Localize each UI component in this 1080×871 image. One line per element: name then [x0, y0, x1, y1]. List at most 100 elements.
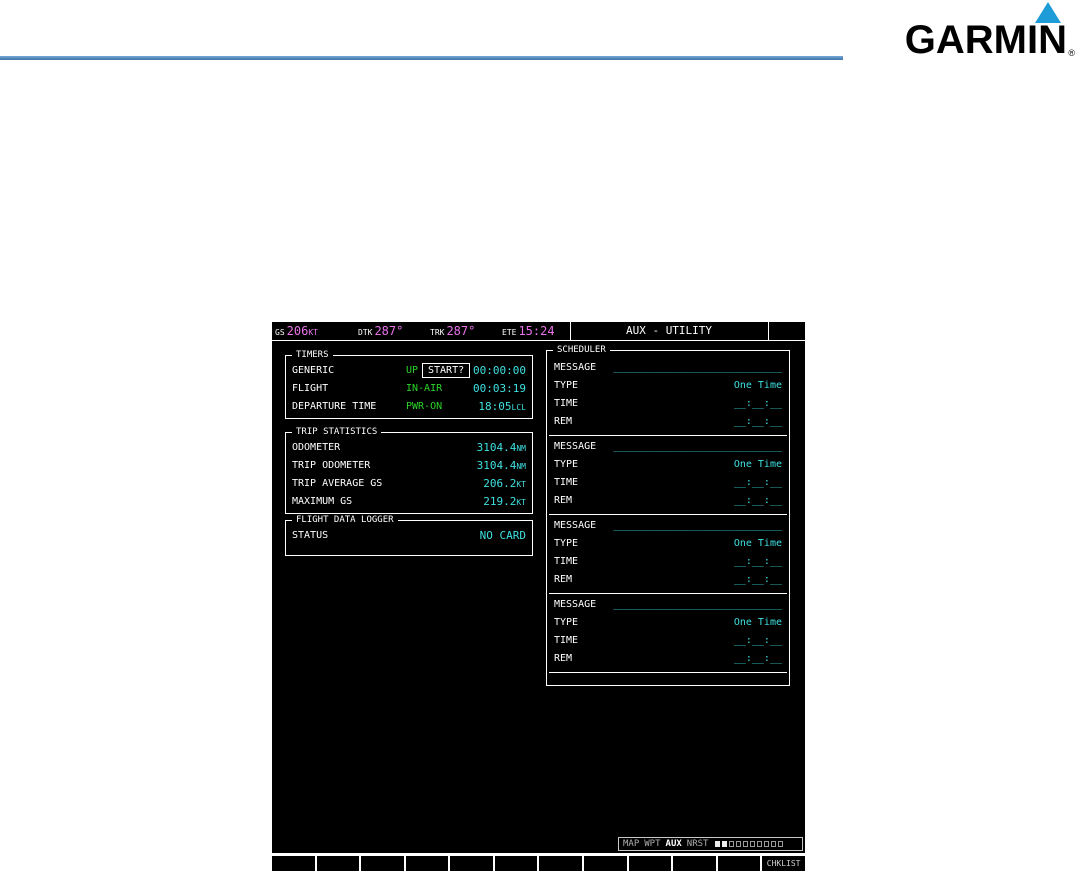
trip-odometer-row: TRIP ODOMETER 3104.4NM	[286, 457, 532, 475]
scheduler-type-row: TYPE One Time	[549, 377, 787, 395]
generic-timer-direction: UP	[406, 365, 419, 376]
page-box	[750, 841, 756, 847]
trip-statistics-title: TRIP STATISTICS	[292, 427, 382, 438]
scheduler-message-label: MESSAGE	[554, 441, 597, 452]
dtk-value: 287°	[374, 324, 404, 338]
nav-divider	[768, 322, 769, 340]
scheduler-time-field[interactable]: __:__:__	[734, 474, 782, 492]
page-group-map[interactable]: MAP	[623, 839, 639, 849]
scheduler-rem-field[interactable]: __:__:__	[734, 650, 782, 668]
scheduler-message-row: MESSAGE ____________________________	[549, 438, 787, 456]
softkey-11[interactable]	[717, 856, 761, 871]
dtk-label: DTK	[358, 328, 373, 337]
scheduler-type-label: TYPE	[554, 538, 579, 549]
ete-value: 15:24	[518, 324, 555, 338]
scheduler-time-row: TIME __:__:__	[549, 553, 787, 571]
odometer-row: ODOMETER 3104.4NM	[286, 439, 532, 457]
scheduler-message-field[interactable]: ____________________________	[613, 596, 782, 614]
scheduler-type-row: TYPE One Time	[549, 614, 787, 632]
scheduler-message-label: MESSAGE	[554, 599, 597, 610]
softkey-8[interactable]	[584, 856, 627, 871]
scheduler-message-field[interactable]: ____________________________	[613, 359, 782, 377]
scheduler-time-field[interactable]: __:__:__	[734, 632, 782, 650]
softkey-10[interactable]	[673, 856, 716, 871]
header-rule	[0, 56, 843, 60]
trip-average-gs-row: TRIP AVERAGE GS 206.2KT	[286, 475, 532, 493]
softkey-5[interactable]	[450, 856, 493, 871]
scheduler-rem-row: REM __:__:__	[549, 492, 787, 510]
scheduler-message-label: MESSAGE	[554, 520, 597, 531]
scheduler-rem-field[interactable]: __:__:__	[734, 413, 782, 431]
softkey-9[interactable]	[628, 856, 672, 871]
scheduler-rem-row: REM __:__:__	[549, 413, 787, 431]
page-box	[778, 841, 784, 847]
softkey-7[interactable]	[539, 856, 583, 871]
scheduler-entry-2: MESSAGE ____________________________ TYPE…	[549, 436, 787, 515]
gs-value: 206KT	[286, 324, 318, 338]
scheduler-message-field[interactable]: ____________________________	[613, 438, 782, 456]
scheduler-type-field[interactable]: One Time	[734, 535, 782, 553]
scheduler-time-row: TIME __:__:__	[549, 395, 787, 413]
scheduler-rem-label: REM	[554, 574, 573, 585]
softkey-bar: CHKLIST	[272, 856, 805, 871]
scheduler-message-field[interactable]: ____________________________	[613, 517, 782, 535]
generic-timer-row: GENERIC UP START? 00:00:00	[286, 362, 532, 380]
registered-mark: ®	[1068, 48, 1075, 58]
page-group-nrst[interactable]: NRST	[687, 839, 709, 849]
page-box	[722, 841, 728, 847]
scheduler-time-label: TIME	[554, 635, 579, 646]
scheduler-time-row: TIME __:__:__	[549, 474, 787, 492]
scheduler-time-field[interactable]: __:__:__	[734, 395, 782, 413]
trk-label: TRK	[430, 328, 445, 337]
scheduler-rem-field[interactable]: __:__:__	[734, 571, 782, 589]
page-box	[715, 841, 721, 847]
gs-unit: KT	[308, 328, 318, 337]
mfd-display: GS 206KT DTK 287° TRK 287° ETE 15:24 AUX…	[272, 322, 805, 853]
trk-value: 287°	[446, 324, 476, 338]
softkey-1[interactable]	[272, 856, 315, 871]
scheduler-type-label: TYPE	[554, 617, 579, 628]
scheduler-type-field[interactable]: One Time	[734, 614, 782, 632]
page-group-bar: MAP WPT AUX NRST	[618, 837, 803, 851]
scheduler-type-field[interactable]: One Time	[734, 377, 782, 395]
scheduler-rem-row: REM __:__:__	[549, 650, 787, 668]
page-box	[757, 841, 763, 847]
departure-time-label: DEPARTURE TIME	[292, 401, 377, 412]
trip-average-gs-value: 206.2KT	[483, 477, 526, 490]
softkey-12[interactable]: CHKLIST	[762, 856, 805, 871]
scheduler-panel: SCHEDULER MESSAGE _______________________…	[546, 345, 790, 686]
scheduler-time-label: TIME	[554, 556, 579, 567]
softkey-4[interactable]	[405, 856, 449, 871]
scheduler-entry-3: MESSAGE ____________________________ TYPE…	[549, 515, 787, 594]
generic-timer-value: 00:00:00	[473, 364, 526, 377]
page-group-aux[interactable]: AUX	[666, 839, 682, 849]
flight-timer-row: FLIGHT IN-AIR 00:03:19	[286, 380, 532, 398]
scheduler-time-label: TIME	[554, 398, 579, 409]
maximum-gs-label: MAXIMUM GS	[292, 496, 353, 507]
softkey-6[interactable]	[494, 856, 538, 871]
scheduler-message-row: MESSAGE ____________________________	[549, 359, 787, 377]
page-box	[743, 841, 749, 847]
departure-time-value: 18:05LCL	[478, 400, 526, 413]
departure-time-row: DEPARTURE TIME PWR-ON 18:05LCL	[286, 398, 532, 416]
page-indicator-boxes	[715, 841, 784, 847]
softkey-3[interactable]	[361, 856, 404, 871]
scheduler-time-field[interactable]: __:__:__	[734, 553, 782, 571]
trip-odometer-label: TRIP ODOMETER	[292, 460, 371, 471]
scheduler-entry-1: MESSAGE ____________________________ TYPE…	[549, 357, 787, 436]
garmin-logo: GARMIN ®	[857, 2, 1075, 60]
timer-start-button[interactable]: START?	[422, 363, 471, 378]
scheduler-type-label: TYPE	[554, 459, 579, 470]
garmin-logo-text: GARMIN	[904, 18, 1067, 62]
flight-timer-label: FLIGHT	[292, 383, 329, 394]
scheduler-rem-field[interactable]: __:__:__	[734, 492, 782, 510]
scheduler-type-field[interactable]: One Time	[734, 456, 782, 474]
scheduler-title: SCHEDULER	[553, 345, 610, 356]
page-box	[764, 841, 770, 847]
page-box	[729, 841, 735, 847]
softkey-2[interactable]	[316, 856, 360, 871]
trip-odometer-value: 3104.4NM	[476, 459, 526, 472]
timers-title: TIMERS	[292, 350, 333, 361]
odometer-label: ODOMETER	[292, 442, 341, 453]
page-group-wpt[interactable]: WPT	[644, 839, 660, 849]
